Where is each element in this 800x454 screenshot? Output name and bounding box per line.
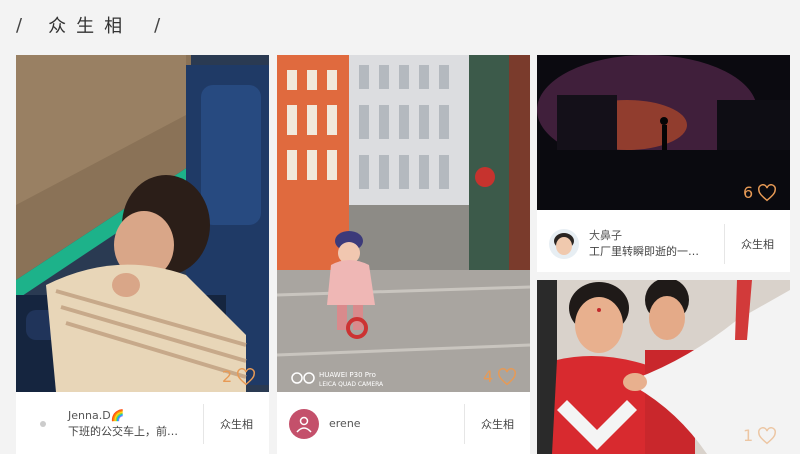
photo-description: 下班的公交车上，前…	[68, 425, 178, 438]
photo-card-1-image[interactable]	[16, 55, 269, 392]
author-name[interactable]: 大鼻子	[589, 228, 699, 244]
author-name[interactable]: Jenna.D🌈	[68, 408, 178, 424]
card-1-author[interactable]: Jenna.D🌈 下班的公交车上，前…	[16, 394, 203, 454]
child-face-avatar-icon	[549, 228, 579, 259]
like-count-2: 4	[483, 367, 494, 386]
photo-card-1[interactable]: 2 Jenna.D🌈 下班的公交车上，前… 众生相	[16, 55, 269, 454]
category-link[interactable]: 众生相	[724, 223, 790, 264]
avatar-placeholder-icon	[40, 421, 46, 427]
like-count-3: 6	[743, 183, 754, 202]
card-3-author[interactable]: 大鼻子 工厂里转瞬即逝的一…	[537, 215, 724, 272]
section-title: 众生相	[48, 16, 133, 37]
like-button-2[interactable]: 4	[483, 367, 517, 386]
header-slash-left: /	[16, 14, 23, 36]
photo-description: 工厂里转瞬即逝的一…	[589, 244, 699, 258]
camera-watermark-line1: HUAWEI P30 Pro	[319, 371, 376, 379]
avatar[interactable]	[28, 409, 58, 439]
card-2-meta: erene 众生相	[277, 394, 530, 454]
header-slash-right: /	[154, 14, 161, 36]
heart-outline-icon	[758, 426, 777, 444]
avatar[interactable]	[549, 228, 579, 259]
heart-outline-icon	[237, 367, 256, 385]
card-1-meta: Jenna.D🌈 下班的公交车上，前… 众生相	[16, 394, 269, 454]
card-2-author[interactable]: erene	[277, 394, 464, 454]
heart-outline-icon	[758, 183, 777, 201]
like-count-1: 2	[222, 367, 233, 386]
photo-card-2-image[interactable]: HUAWEI P30 Pro LEICA QUAD CAMERA	[277, 55, 530, 392]
category-link[interactable]: 众生相	[464, 404, 530, 444]
like-count-4: 1	[743, 426, 754, 445]
avatar[interactable]	[289, 409, 319, 439]
section-header: / 众生相 /	[16, 12, 160, 38]
author-name[interactable]: erene	[329, 416, 361, 432]
photo-card-3[interactable]: 6 大鼻子 工厂里转瞬即逝的一… 众生相	[537, 55, 790, 272]
camera-watermark-line2: LEICA QUAD CAMERA	[319, 381, 384, 388]
photo-card-2[interactable]: HUAWEI P30 Pro LEICA QUAD CAMERA 4 erene…	[277, 55, 530, 454]
heart-outline-icon	[498, 367, 517, 385]
user-icon	[296, 416, 312, 433]
like-button-4[interactable]: 1	[743, 426, 777, 445]
like-button-3[interactable]: 6	[743, 183, 777, 202]
like-button-1[interactable]: 2	[222, 367, 256, 386]
card-3-meta: 大鼻子 工厂里转瞬即逝的一… 众生相	[537, 215, 790, 272]
category-link[interactable]: 众生相	[203, 404, 269, 444]
photo-card-4[interactable]: 1	[537, 280, 790, 454]
